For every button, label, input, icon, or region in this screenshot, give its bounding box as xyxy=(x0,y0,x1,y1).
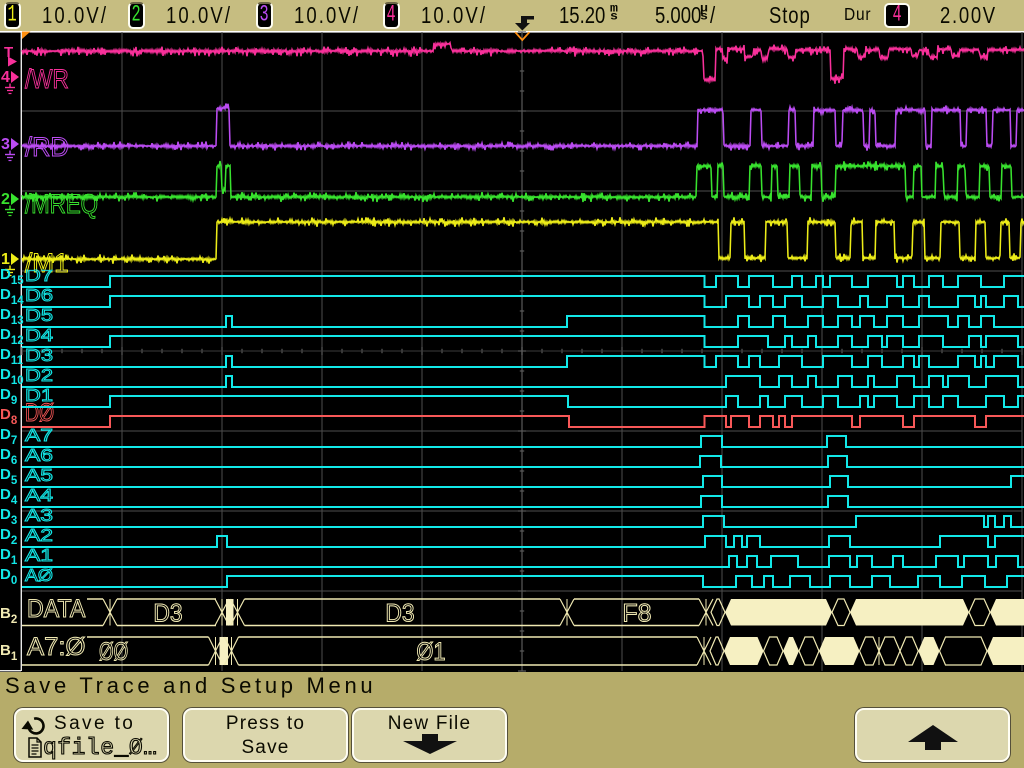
svg-text:Ø1: Ø1 xyxy=(416,639,445,666)
svg-text:B2: B2 xyxy=(0,605,17,626)
svg-text:/WR: /WR xyxy=(25,64,69,94)
svg-text:2: 2 xyxy=(1,191,10,208)
svg-text:3: 3 xyxy=(1,136,10,153)
svg-text:F8: F8 xyxy=(622,601,651,628)
svg-text:4: 4 xyxy=(1,69,10,86)
svg-text:D4: D4 xyxy=(0,486,18,507)
svg-text:D10: D10 xyxy=(0,366,24,387)
svg-text:D0: D0 xyxy=(0,566,17,587)
svg-text:D3: D3 xyxy=(385,601,414,628)
svg-text:DATA: DATA xyxy=(27,596,86,623)
svg-text:D3: D3 xyxy=(0,506,17,527)
svg-text:D8: D8 xyxy=(0,406,18,427)
svg-text:D3: D3 xyxy=(153,601,182,628)
svg-text:D9: D9 xyxy=(0,386,17,407)
svg-text:DØ: DØ xyxy=(25,400,54,427)
svg-text:D6: D6 xyxy=(0,446,17,467)
svg-text:D1: D1 xyxy=(0,546,18,567)
svg-text:D13: D13 xyxy=(0,306,24,327)
svg-text:D5: D5 xyxy=(0,466,18,487)
svg-text:D7: D7 xyxy=(0,426,17,447)
svg-text:B1: B1 xyxy=(0,642,18,663)
svg-text:ØØ: ØØ xyxy=(99,639,128,666)
svg-text:D12: D12 xyxy=(0,326,24,347)
svg-text:D2: D2 xyxy=(0,526,17,547)
svg-text:D11: D11 xyxy=(0,346,24,367)
svg-text:A7:Ø: A7:Ø xyxy=(27,634,85,661)
